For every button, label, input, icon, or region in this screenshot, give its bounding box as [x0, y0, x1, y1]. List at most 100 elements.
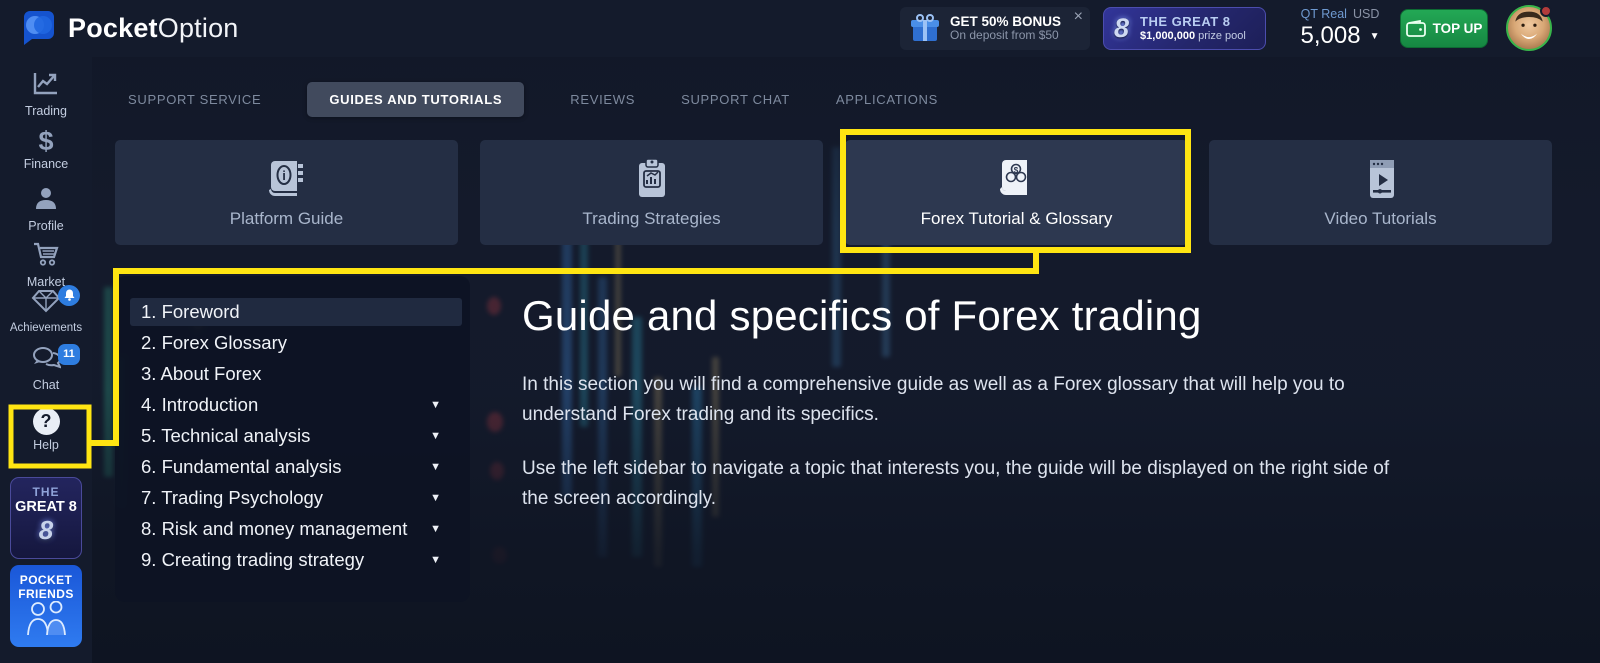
help-question-icon: ?	[33, 408, 60, 435]
svg-text:i: i	[282, 168, 286, 183]
great8-prize: $1,000,000 prize pool	[1140, 30, 1246, 43]
user-icon	[33, 185, 59, 211]
logo-wordmark: PocketOption	[68, 13, 239, 44]
trading-chart-icon	[32, 70, 60, 96]
sidebar-item-profile[interactable]: Profile	[0, 185, 92, 233]
guide-paragraph-2: Use the left sidebar to navigate a topic…	[522, 454, 1407, 514]
guide-paragraph-1: In this section you will find a comprehe…	[522, 370, 1407, 430]
toc-label: 5. Technical analysis	[141, 425, 310, 446]
toc-label: 1. Foreword	[141, 301, 240, 322]
great8-figure-icon: 8	[1114, 13, 1129, 44]
card-trading-strategies[interactable]: Trading Strategies	[480, 140, 823, 245]
notification-dot	[1540, 5, 1552, 17]
great8-amount: $1,000,000	[1140, 30, 1195, 42]
video-player-icon	[1209, 155, 1552, 203]
tab-applications[interactable]: APPLICATIONS	[836, 92, 938, 107]
toc-item-introduction[interactable]: 4. Introduction ▼	[130, 391, 455, 419]
toc-item-foreword[interactable]: 1. Foreword	[130, 298, 462, 326]
sidebar-promo-great8[interactable]: THE GREAT 8 8	[10, 477, 82, 559]
account-type: QT Real	[1301, 7, 1347, 21]
sidebar-item-help[interactable]: ? Help	[0, 408, 92, 452]
card-platform-guide[interactable]: i Platform Guide	[115, 140, 458, 245]
chevron-down-icon[interactable]: ▼	[430, 453, 441, 481]
sidebar-label: Achievements	[0, 322, 92, 334]
help-section-tabs: SUPPORT SERVICE GUIDES AND TUTORIALS REV…	[128, 81, 938, 118]
logo-part1: Pocket	[68, 13, 158, 43]
toc-item-trading-psychology[interactable]: 7. Trading Psychology ▼	[130, 484, 455, 512]
balance-selector[interactable]: QT Real USD 5,008 ▼	[1288, 5, 1392, 52]
toc-item-fundamental-analysis[interactable]: 6. Fundamental analysis ▼	[130, 453, 455, 481]
chevron-down-icon[interactable]: ▼	[430, 515, 441, 543]
great8-suffix: prize pool	[1195, 30, 1246, 42]
toc-label: 2. Forex Glossary	[141, 332, 287, 353]
tab-reviews[interactable]: REVIEWS	[570, 92, 635, 107]
dollar-icon: $	[0, 128, 92, 154]
toc-item-creating-trading-strategy[interactable]: 9. Creating trading strategy ▼	[130, 546, 455, 574]
pocketoption-logo[interactable]: PocketOption	[20, 9, 239, 47]
promo-line1: THE	[11, 485, 81, 499]
book-currency-icon: $	[845, 155, 1188, 203]
close-icon[interactable]: ×	[1074, 8, 1083, 26]
sidebar-promo-pocket-friends[interactable]: POCKET FRIENDS	[10, 565, 82, 647]
diamond-icon	[31, 288, 61, 314]
sidebar-item-market[interactable]: Market	[0, 241, 92, 289]
sidebar-label: Trading	[0, 104, 92, 118]
toc-item-risk-money-management[interactable]: 8. Risk and money management ▼	[130, 515, 455, 543]
promo-line1: POCKET	[10, 573, 82, 587]
page-title: Guide and specifics of Forex trading	[522, 292, 1427, 340]
wallet-icon	[1406, 20, 1426, 37]
toc-item-about-forex[interactable]: 3. About Forex	[130, 360, 455, 388]
chevron-down-icon[interactable]: ▼	[430, 484, 441, 512]
top-up-button[interactable]: TOP UP	[1400, 9, 1488, 48]
top-up-label: TOP UP	[1433, 21, 1483, 36]
card-forex-tutorial-glossary[interactable]: $ Forex Tutorial & Glossary	[845, 140, 1188, 245]
cart-icon	[32, 241, 60, 267]
bell-icon	[64, 289, 75, 301]
sidebar-item-finance[interactable]: $ Finance	[0, 128, 92, 171]
logo-part2: Option	[158, 13, 239, 43]
bonus-banner[interactable]: GET 50% BONUS On deposit from $50 ×	[900, 7, 1090, 50]
toc-label: 6. Fundamental analysis	[141, 456, 342, 477]
toc-label: 9. Creating trading strategy	[141, 549, 364, 570]
tab-support-service[interactable]: SUPPORT SERVICE	[128, 92, 261, 107]
toc-label: 8. Risk and money management	[141, 518, 407, 539]
sidebar-label: Chat	[0, 378, 92, 392]
chat-bubbles-icon	[31, 345, 61, 370]
card-video-tutorials[interactable]: Video Tutorials	[1209, 140, 1552, 245]
tab-guides-and-tutorials[interactable]: GUIDES AND TUTORIALS	[307, 82, 524, 117]
toc-item-technical-analysis[interactable]: 5. Technical analysis ▼	[130, 422, 455, 450]
promo-line2: GREAT 8	[11, 499, 81, 515]
balance-amount: 5,008	[1301, 22, 1361, 50]
sidebar-label: Help	[0, 438, 92, 452]
tab-support-chat[interactable]: SUPPORT CHAT	[681, 92, 790, 107]
chevron-down-icon[interactable]: ▼	[430, 422, 441, 450]
svg-text:$: $	[1013, 166, 1018, 175]
clipboard-chart-icon	[480, 155, 823, 203]
avatar[interactable]	[1506, 5, 1552, 51]
toc-panel: 1. Foreword 2. Forex Glossary 3. About F…	[115, 276, 470, 602]
chevron-down-icon[interactable]: ▼	[430, 391, 441, 419]
pocketoption-help-page: PocketOption GET 50% BONUS On deposit fr…	[0, 0, 1600, 663]
card-label: Platform Guide	[115, 209, 458, 229]
card-label: Forex Tutorial & Glossary	[845, 209, 1188, 229]
great8-banner[interactable]: 8 THE GREAT 8 $1,000,000 prize pool	[1103, 7, 1266, 50]
toc-label: 3. About Forex	[141, 363, 261, 384]
card-label: Trading Strategies	[480, 209, 823, 229]
chat-count-badge[interactable]: 11	[58, 344, 80, 365]
great8-figure-icon: 8	[11, 515, 81, 546]
toc-item-forex-glossary[interactable]: 2. Forex Glossary	[130, 329, 455, 357]
pocketoption-logo-icon	[20, 9, 58, 47]
toc-label: 7. Trading Psychology	[141, 487, 323, 508]
chevron-down-icon[interactable]: ▼	[430, 546, 441, 574]
sidebar-label: Profile	[0, 219, 92, 233]
guide-content: Guide and specifics of Forex trading In …	[522, 292, 1427, 514]
sidebar-label: Finance	[0, 157, 92, 171]
sidebar-item-trading[interactable]: Trading	[0, 70, 92, 118]
friends-illustration-icon	[20, 601, 72, 635]
left-sidebar: Trading $ Finance Profile Market	[0, 57, 92, 663]
achievements-bell-badge[interactable]	[58, 285, 80, 306]
account-currency: USD	[1353, 7, 1379, 21]
toc-label: 4. Introduction	[141, 394, 258, 415]
chevron-down-icon: ▼	[1370, 31, 1380, 42]
gift-icon	[908, 13, 942, 45]
